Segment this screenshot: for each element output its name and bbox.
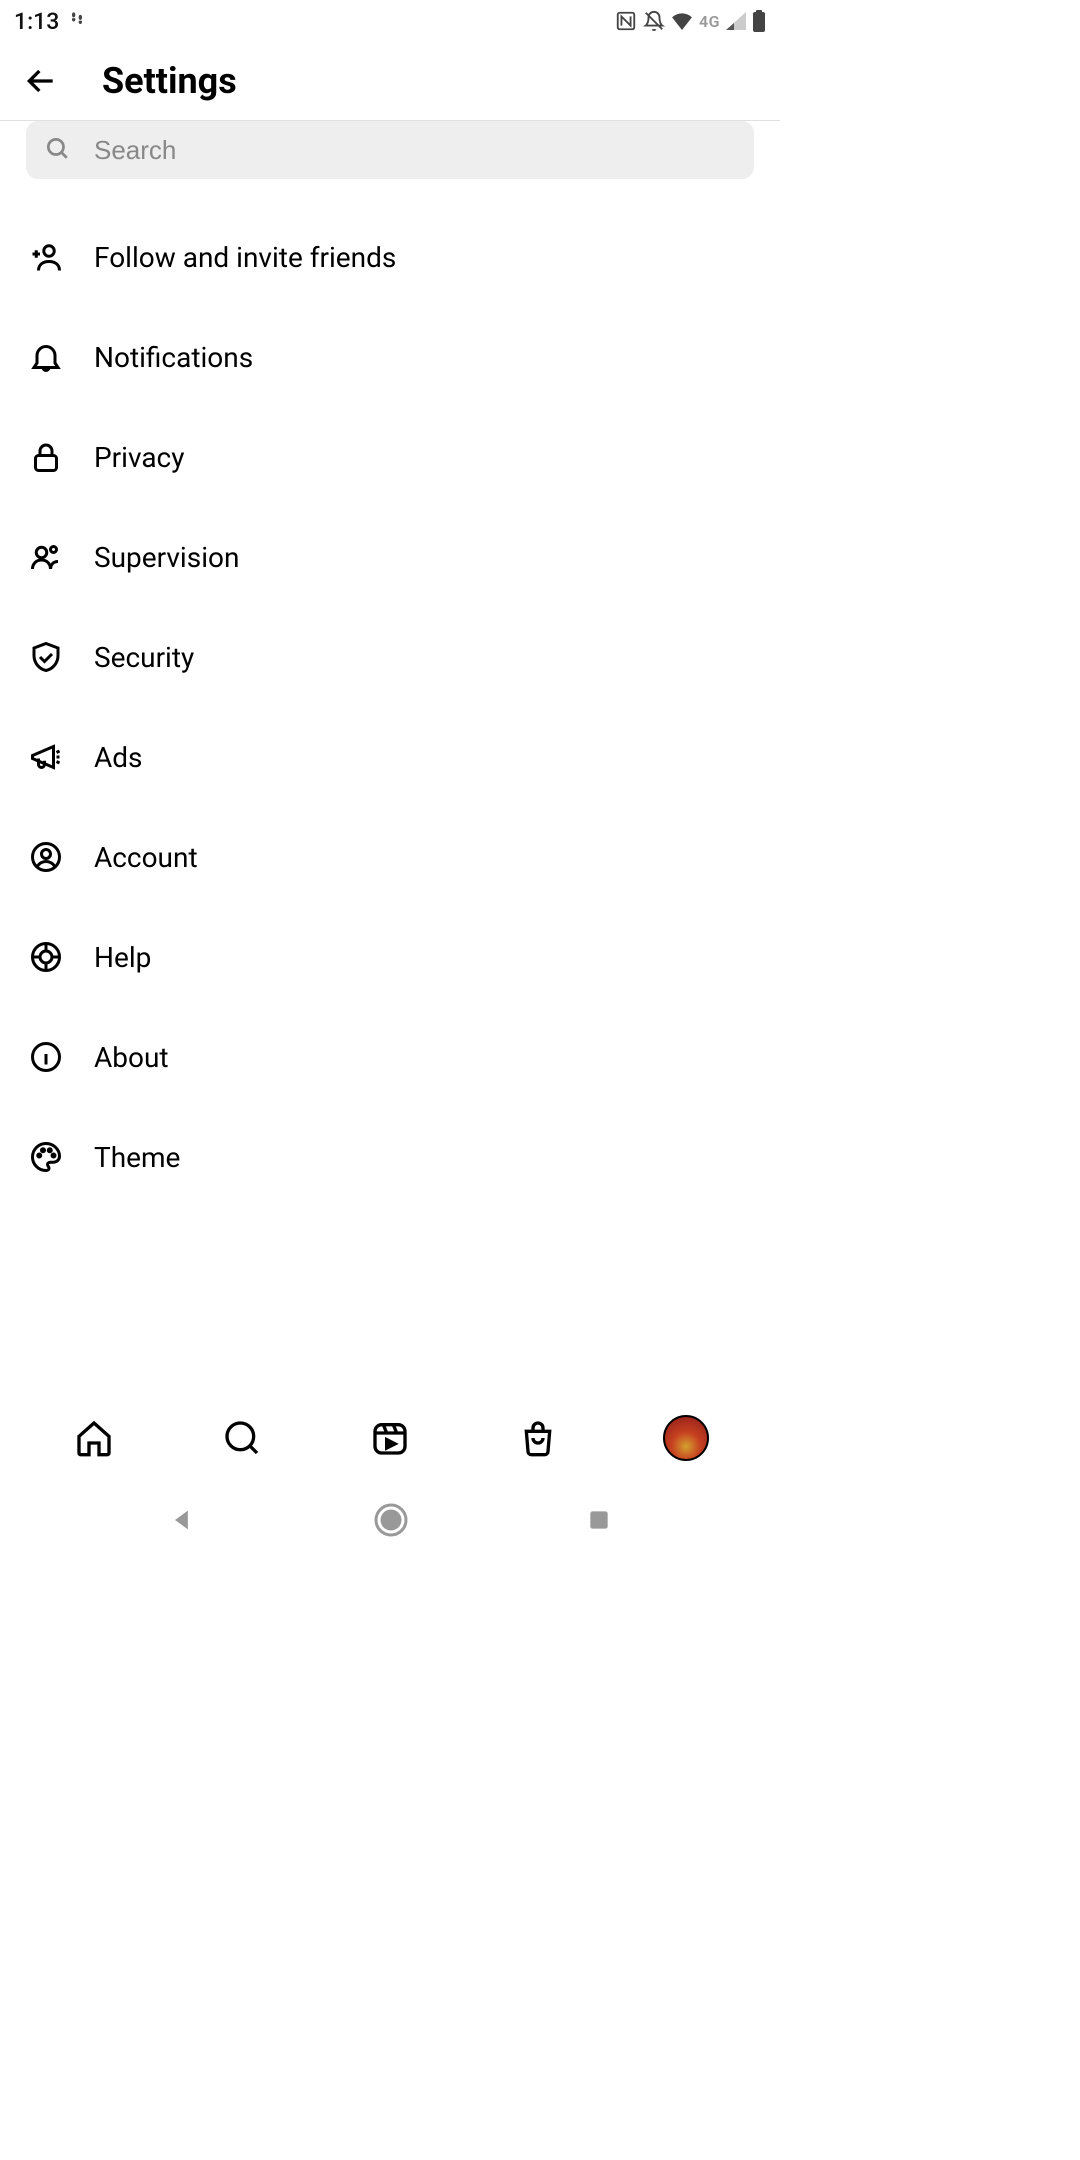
palette-icon <box>26 1137 66 1177</box>
add-person-icon <box>26 237 66 277</box>
nav-shop[interactable] <box>514 1414 562 1462</box>
settings-item-label: Security <box>94 641 194 674</box>
bell-off-icon <box>643 10 665 32</box>
lifebuoy-icon <box>26 937 66 977</box>
search-icon <box>44 135 70 165</box>
header: Settings <box>0 42 780 120</box>
back-button[interactable] <box>20 60 62 102</box>
settings-item-label: Notifications <box>94 341 253 374</box>
settings-item-label: Privacy <box>94 441 184 474</box>
settings-item-about[interactable]: About <box>0 1007 780 1107</box>
settings-list: Follow and invite friends Notifications … <box>0 179 780 1396</box>
settings-item-label: Follow and invite friends <box>94 241 396 274</box>
wifi-icon <box>671 12 693 30</box>
page-title: Settings <box>102 60 237 102</box>
search-input[interactable] <box>94 135 736 166</box>
settings-item-label: Help <box>94 941 151 974</box>
settings-item-label: Theme <box>94 1141 180 1174</box>
settings-item-account[interactable]: Account <box>0 807 780 907</box>
settings-item-supervision[interactable]: Supervision <box>0 507 780 607</box>
settings-item-privacy[interactable]: Privacy <box>0 407 780 507</box>
settings-item-label: Ads <box>94 741 143 774</box>
settings-item-ads[interactable]: Ads <box>0 707 780 807</box>
settings-item-notifications[interactable]: Notifications <box>0 307 780 407</box>
nfc-icon <box>615 10 637 32</box>
settings-item-label: Account <box>94 841 198 874</box>
search-box[interactable] <box>26 121 754 179</box>
system-nav <box>0 1480 780 1560</box>
settings-item-help[interactable]: Help <box>0 907 780 1007</box>
settings-item-theme[interactable]: Theme <box>0 1107 780 1207</box>
sys-back-button[interactable] <box>168 1506 196 1534</box>
status-time: 1:13 <box>14 8 59 35</box>
lock-icon <box>26 437 66 477</box>
nav-profile[interactable] <box>662 1414 710 1462</box>
people-icon <box>26 537 66 577</box>
nav-reels[interactable] <box>366 1414 414 1462</box>
megaphone-icon <box>26 737 66 777</box>
shield-icon <box>26 637 66 677</box>
battery-icon <box>752 10 766 32</box>
footsteps-icon <box>67 8 87 35</box>
nav-home[interactable] <box>70 1414 118 1462</box>
signal-icon <box>726 12 746 30</box>
bottom-nav <box>0 1396 780 1480</box>
status-bar: 1:13 4G <box>0 0 780 42</box>
settings-item-security[interactable]: Security <box>0 607 780 707</box>
sys-recent-button[interactable] <box>586 1507 612 1533</box>
settings-item-label: Supervision <box>94 541 239 574</box>
avatar <box>663 1415 709 1461</box>
user-circle-icon <box>26 837 66 877</box>
network-type-label: 4G <box>699 12 720 31</box>
bell-icon <box>26 337 66 377</box>
sys-home-button[interactable] <box>373 1502 409 1538</box>
settings-item-label: About <box>94 1041 169 1074</box>
nav-search[interactable] <box>218 1414 266 1462</box>
settings-item-follow-invite[interactable]: Follow and invite friends <box>0 207 780 307</box>
info-icon <box>26 1037 66 1077</box>
